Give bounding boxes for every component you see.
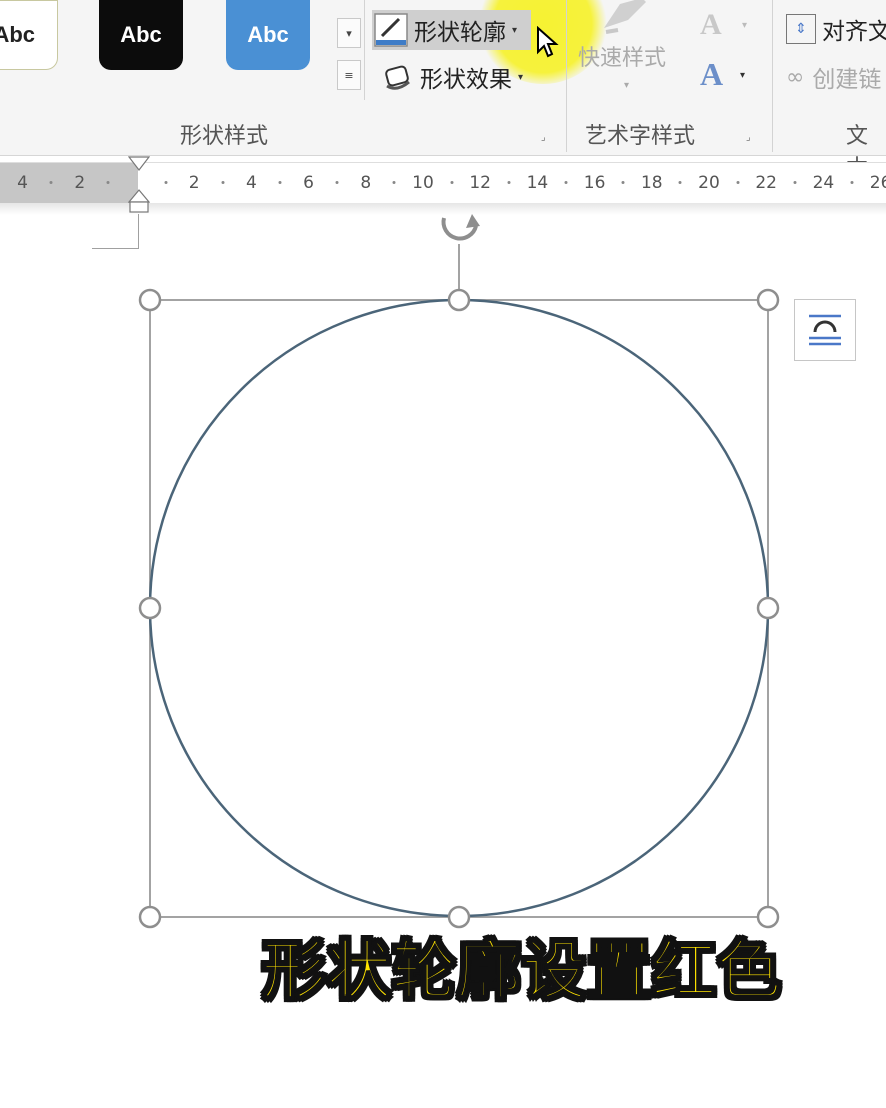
layout-options-button[interactable] [794,299,856,361]
circle-shape[interactable] [148,298,770,918]
layout-options-icon [809,314,841,346]
resize-handle[interactable] [447,288,471,312]
resize-handle[interactable] [138,288,162,312]
resize-handle[interactable] [138,905,162,929]
video-caption: 形状轮廓设置红色 [261,934,782,1010]
resize-handle[interactable] [138,596,162,620]
resize-handle[interactable] [756,288,780,312]
rotate-handle-icon[interactable] [441,214,480,241]
selection-box [149,299,769,918]
resize-handle[interactable] [756,596,780,620]
